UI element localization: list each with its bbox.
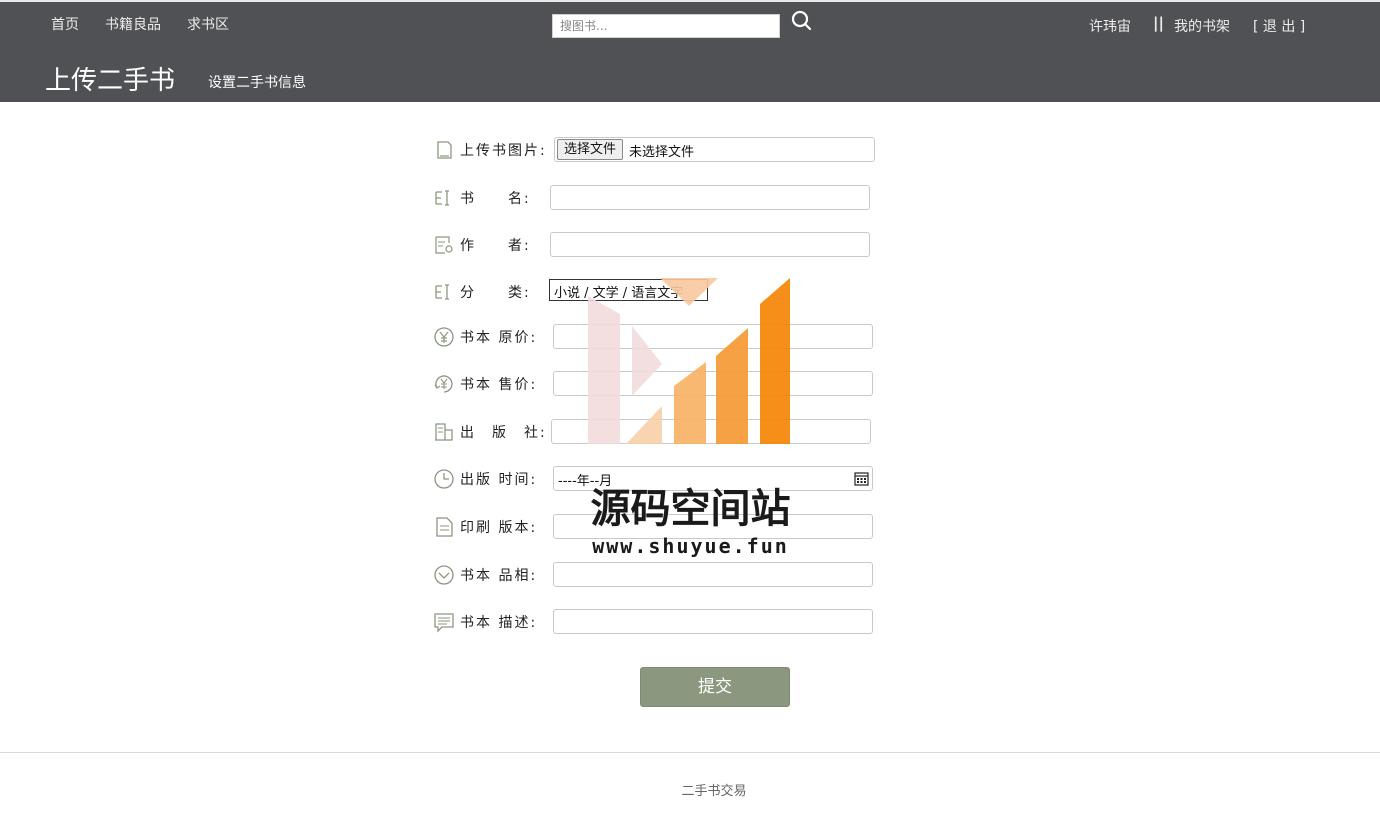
description-input[interactable] [553, 609, 873, 634]
yen-refresh-icon [434, 375, 453, 393]
footer-divider [0, 752, 1380, 753]
category-select[interactable]: 小说 / 文学 / 语言文字 [549, 279, 708, 301]
form-row-author: 作 者: [433, 232, 893, 258]
form-row-image: 上传书图片: 选择文件 未选择文件 [433, 137, 893, 163]
form-row-description: 书本 描述: [433, 609, 893, 635]
chevron-circle-icon [434, 565, 454, 585]
yen-icon [434, 327, 454, 347]
category-label: 分 类: [460, 285, 531, 301]
publish-date-label: 出版 时间: [460, 472, 538, 488]
logout-link[interactable]: [ 退 出 ] [1253, 16, 1305, 36]
description-label: 书本 描述: [460, 615, 538, 631]
sale-price-label: 书本 售价: [460, 377, 538, 393]
choose-file-button[interactable]: 选择文件 [557, 139, 624, 160]
author-input[interactable] [550, 232, 870, 257]
form-row-publisher: 出 版 社: [433, 419, 893, 445]
nav-separator: || [1153, 14, 1164, 32]
form-row-edition: 印刷 版本: [433, 514, 893, 540]
form-row-category: 分 类: 小说 / 文学 / 语言文字 [433, 279, 893, 305]
top-header: 首页 书籍良品 求书区 许玮宙 || 我的书架 [ 退 出 ] 上传二手书 设置… [0, 0, 1380, 102]
page-subtitle: 设置二手书信息 [208, 75, 306, 91]
text-cursor-icon [435, 284, 449, 300]
author-label: 作 者: [460, 238, 531, 254]
search-icon[interactable] [790, 9, 812, 31]
publisher-label: 出 版 社: [460, 425, 547, 441]
book-name-input[interactable] [550, 185, 870, 210]
form-row-original-price: 书本 原价: [433, 324, 893, 350]
original-price-input[interactable] [553, 324, 873, 349]
building-icon [435, 423, 453, 441]
nav-good-books[interactable]: 书籍良品 [105, 14, 161, 34]
nav-home[interactable]: 首页 [51, 14, 79, 34]
author-icon [435, 236, 453, 254]
search-input[interactable] [552, 14, 780, 38]
original-price-label: 书本 原价: [460, 330, 538, 346]
book-icon [437, 141, 452, 159]
condition-label: 书本 品相: [460, 568, 538, 584]
calendar-icon[interactable] [854, 471, 869, 486]
file-status-text: 未选择文件 [629, 145, 695, 160]
form-row-sale-price: 书本 售价: [433, 371, 893, 397]
book-name-label: 书 名: [460, 191, 531, 207]
image-label: 上传书图片: [460, 143, 547, 159]
page-title: 上传二手书 [45, 66, 176, 96]
bookshelf-link[interactable]: 我的书架 [1174, 16, 1230, 36]
edition-label: 印刷 版本: [460, 520, 538, 536]
edition-input[interactable] [553, 514, 873, 539]
comment-icon [434, 613, 454, 633]
form-row-publish-date: 出版 时间: ----年--月 [433, 466, 893, 492]
footer-text: 二手书交易 [681, 784, 747, 799]
form-row-name: 书 名: [433, 185, 893, 211]
text-cursor-icon [435, 190, 449, 206]
user-name-link[interactable]: 许玮宙 [1089, 16, 1131, 36]
publish-date-input[interactable]: ----年--月 [553, 466, 873, 491]
nav-wanted-books[interactable]: 求书区 [187, 14, 229, 34]
publisher-input[interactable] [551, 419, 871, 444]
sale-price-input[interactable] [553, 371, 873, 396]
document-icon [436, 517, 453, 537]
date-value: ----年--月 [558, 474, 613, 489]
condition-input[interactable] [553, 562, 873, 587]
form-row-condition: 书本 品相: [433, 562, 893, 588]
submit-button[interactable]: 提交 [640, 667, 790, 707]
clock-icon [434, 469, 454, 489]
file-upload-field[interactable]: 选择文件 未选择文件 [554, 137, 875, 162]
